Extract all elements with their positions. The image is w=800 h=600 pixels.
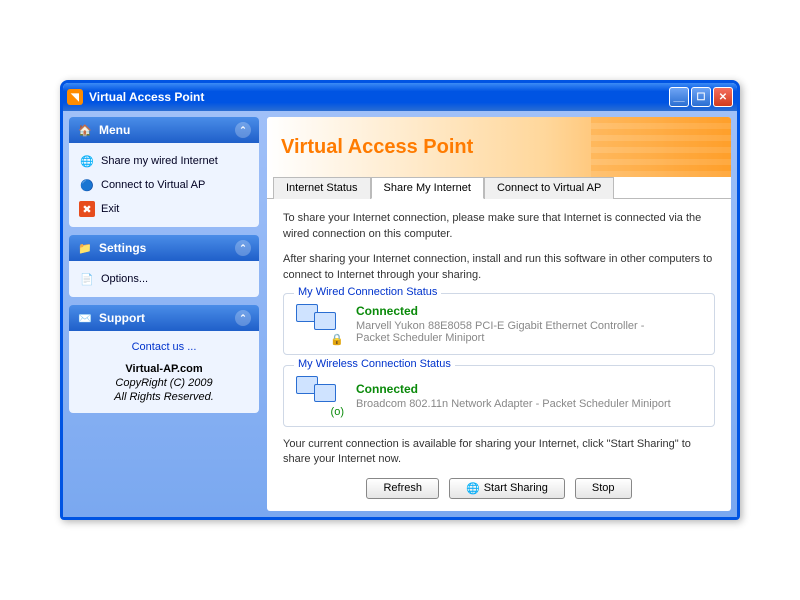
wireless-status: Connected [356, 382, 671, 396]
wireless-network-icon: (o) [296, 376, 342, 416]
sidebar: 🏠 Menu ⌃ 🌐 Share my wired Internet 🔵 Con… [69, 117, 259, 510]
menu-panel-title: Menu [99, 123, 130, 137]
options-icon: 📄 [79, 271, 95, 287]
wired-group-title: My Wired Connection Status [294, 286, 441, 298]
wired-adapter-desc: Marvell Yukon 88E8058 PCI-E Gigabit Ethe… [356, 320, 676, 344]
signal-icon: (o) [331, 406, 344, 418]
ie-icon: 🔵 [79, 177, 95, 193]
support-panel: ✉️ Support ⌃ Contact us ... Virtual-AP.c… [69, 305, 259, 413]
main-header: Virtual Access Point [267, 117, 731, 177]
start-sharing-button[interactable]: 🌐 Start Sharing [449, 478, 565, 499]
menu-item-share-wired[interactable]: 🌐 Share my wired Internet [73, 149, 255, 173]
menu-item-label: Options... [101, 273, 148, 285]
support-rights: All Rights Reserved. [73, 391, 255, 403]
support-panel-body: Contact us ... Virtual-AP.com CopyRight … [69, 331, 259, 413]
wireless-adapter-desc: Broadcom 802.11n Network Adapter - Packe… [356, 398, 671, 410]
stop-button[interactable]: Stop [575, 478, 632, 499]
maximize-button[interactable]: ☐ [691, 87, 711, 107]
settings-panel-header[interactable]: 📁 Settings ⌃ [69, 235, 259, 261]
globe-icon: 🌐 [466, 482, 480, 495]
refresh-button[interactable]: Refresh [366, 478, 439, 499]
wired-status: Connected [356, 304, 676, 318]
menu-item-options[interactable]: 📄 Options... [73, 267, 255, 291]
close-button[interactable]: ✕ [713, 87, 733, 107]
exit-icon: ✖ [79, 201, 95, 217]
header-decoration [591, 117, 731, 177]
start-sharing-label: Start Sharing [484, 482, 548, 494]
home-icon: 🏠 [77, 122, 93, 138]
tab-bar: Internet Status Share My Internet Connec… [267, 176, 731, 198]
main-panel: Virtual Access Point Internet Status Sha… [267, 117, 731, 510]
lock-icon: 🔒 [330, 333, 344, 346]
menu-panel: 🏠 Menu ⌃ 🌐 Share my wired Internet 🔵 Con… [69, 117, 259, 227]
chevron-up-icon: ⌃ [235, 240, 251, 256]
menu-panel-body: 🌐 Share my wired Internet 🔵 Connect to V… [69, 143, 259, 227]
settings-panel: 📁 Settings ⌃ 📄 Options... [69, 235, 259, 297]
menu-item-connect-ap[interactable]: 🔵 Connect to Virtual AP [73, 173, 255, 197]
menu-item-label: Exit [101, 203, 119, 215]
menu-panel-header[interactable]: 🏠 Menu ⌃ [69, 117, 259, 143]
app-window: ◥ Virtual Access Point __ ☐ ✕ 🏠 Menu ⌃ 🌐… [60, 80, 740, 519]
wireless-group-title: My Wireless Connection Status [294, 358, 455, 370]
settings-panel-body: 📄 Options... [69, 261, 259, 297]
chevron-up-icon: ⌃ [235, 122, 251, 138]
intro-text-2: After sharing your Internet connection, … [283, 252, 715, 283]
menu-item-label: Connect to Virtual AP [101, 179, 205, 191]
intro-text-1: To share your Internet connection, pleas… [283, 211, 715, 242]
support-panel-title: Support [99, 311, 145, 325]
chevron-up-icon: ⌃ [235, 310, 251, 326]
folder-icon: 📁 [77, 240, 93, 256]
tab-share-internet[interactable]: Share My Internet [371, 177, 484, 199]
mail-icon: ✉️ [77, 310, 93, 326]
support-copyright: CopyRight (C) 2009 [73, 377, 255, 389]
menu-item-exit[interactable]: ✖ Exit [73, 197, 255, 221]
settings-panel-title: Settings [99, 241, 146, 255]
app-icon: ◥ [67, 89, 83, 105]
window-body: 🏠 Menu ⌃ 🌐 Share my wired Internet 🔵 Con… [63, 111, 737, 516]
wireless-status-group: My Wireless Connection Status (o) Connec… [283, 365, 715, 427]
wired-status-group: My Wired Connection Status 🔒 Connected M… [283, 293, 715, 355]
support-site: Virtual-AP.com [73, 363, 255, 375]
footnote-text: Your current connection is available for… [283, 437, 715, 468]
minimize-button[interactable]: __ [669, 87, 689, 107]
menu-item-label: Share my wired Internet [101, 155, 218, 167]
button-row: Refresh 🌐 Start Sharing Stop [283, 478, 715, 499]
tab-connect-ap[interactable]: Connect to Virtual AP [484, 177, 614, 199]
wired-network-icon: 🔒 [296, 304, 342, 344]
contact-link[interactable]: Contact us ... [132, 341, 197, 353]
window-title: Virtual Access Point [89, 90, 667, 104]
page-title: Virtual Access Point [281, 136, 473, 159]
tab-internet-status[interactable]: Internet Status [273, 177, 371, 199]
titlebar[interactable]: ◥ Virtual Access Point __ ☐ ✕ [63, 83, 737, 111]
globe-icon: 🌐 [79, 153, 95, 169]
support-panel-header[interactable]: ✉️ Support ⌃ [69, 305, 259, 331]
tab-content: To share your Internet connection, pleas… [267, 198, 731, 510]
